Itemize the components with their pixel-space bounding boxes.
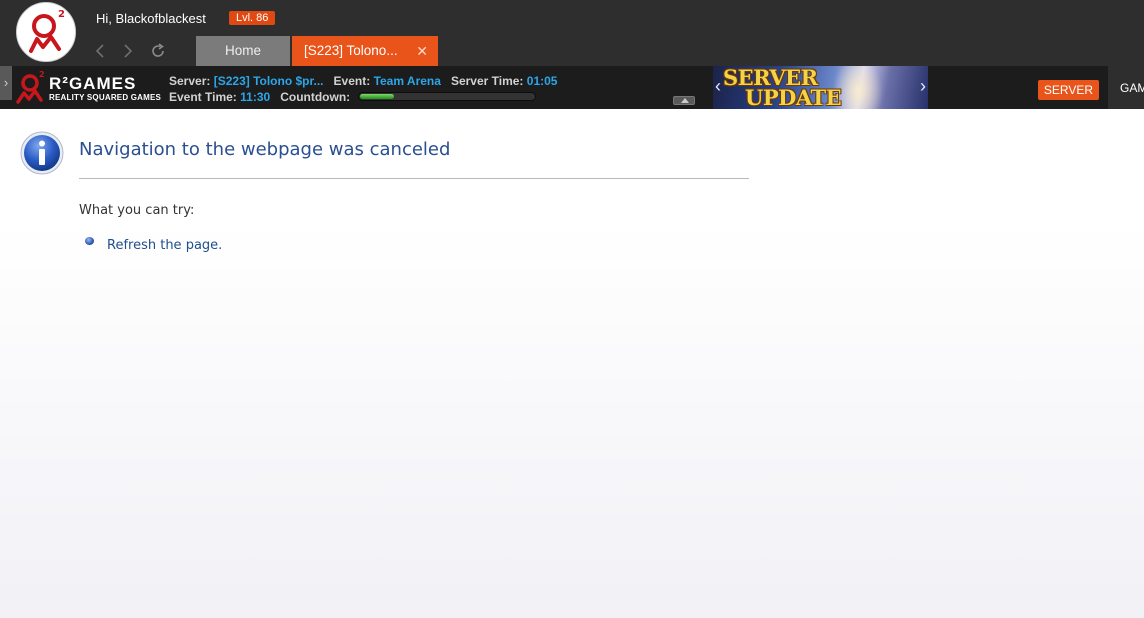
event-value: Team Arena bbox=[373, 74, 441, 88]
server-value[interactable]: [S223] Tolono $pr... bbox=[214, 74, 324, 88]
bullet-icon bbox=[85, 237, 94, 245]
countdown-progress-bar bbox=[357, 92, 536, 102]
server-time-value: 01:05 bbox=[526, 74, 558, 88]
user-greeting: Hi, Blackofblackest bbox=[96, 11, 206, 26]
brand-name: R²GAMES bbox=[49, 74, 137, 93]
error-title: Navigation to the webpage was canceled bbox=[79, 139, 451, 160]
divider bbox=[79, 178, 749, 179]
tab-home[interactable]: Home bbox=[196, 36, 290, 66]
game-info-bar: › 2 R²GAMES REALITY SQUARED GAMES Server… bbox=[0, 66, 1144, 109]
r2-brand-icon: 2 bbox=[16, 70, 45, 104]
back-button[interactable] bbox=[92, 42, 110, 60]
r2-logo[interactable]: 2 bbox=[16, 2, 76, 62]
event-info-row: Event Time: 11:30 Countdown: bbox=[169, 90, 536, 104]
countdown-label: Countdown: bbox=[280, 90, 351, 104]
sidebar-toggle-icon[interactable]: › bbox=[0, 66, 12, 100]
level-badge: Lvl. 86 bbox=[229, 11, 276, 25]
countdown-progress-fill bbox=[359, 94, 395, 100]
event-label: Event: bbox=[333, 74, 371, 88]
suggestions-heading: What you can try: bbox=[79, 203, 195, 218]
event-time-label: Event Time: bbox=[169, 90, 237, 104]
server-time-label: Server Time: bbox=[450, 74, 524, 88]
refresh-icon bbox=[152, 43, 164, 57]
forward-button[interactable] bbox=[119, 42, 137, 60]
event-time-value: 11:30 bbox=[240, 90, 271, 104]
server-label: Server: bbox=[169, 74, 211, 88]
banner-next-icon[interactable]: › bbox=[920, 76, 926, 96]
tab-server-s223[interactable]: [S223] Tolono... ✕ bbox=[292, 36, 438, 66]
collapse-bar-icon[interactable] bbox=[673, 96, 695, 105]
server-info-row: Server: [S223] Tolono $pr... Event: Team… bbox=[169, 74, 557, 88]
banner-prev-icon[interactable]: ‹ bbox=[715, 76, 721, 96]
chevron-right-icon bbox=[124, 44, 133, 58]
client-top-bar: 2 Hi, Blackofblackest Lvl. 86 Home [S223… bbox=[0, 0, 1144, 66]
svg-text:2: 2 bbox=[58, 9, 65, 20]
r2-logo-icon: 2 bbox=[29, 9, 65, 53]
info-icon bbox=[20, 131, 64, 175]
brand-tagline: REALITY SQUARED GAMES bbox=[49, 93, 162, 102]
banner-title-line2: UPDATE bbox=[745, 85, 842, 109]
server-update-banner[interactable]: SERVER UPDATE ‹ › bbox=[713, 66, 928, 109]
error-page: Navigation to the webpage was canceled W… bbox=[0, 109, 1144, 618]
chevron-left-icon bbox=[95, 44, 104, 58]
refresh-page-link[interactable]: Refresh the page. bbox=[107, 238, 222, 254]
server-button[interactable]: SERVER bbox=[1038, 80, 1099, 100]
svg-text:2: 2 bbox=[39, 70, 45, 79]
tab-label: [S223] Tolono... bbox=[304, 43, 398, 58]
close-tab-icon[interactable]: ✕ bbox=[416, 36, 428, 66]
reload-button[interactable] bbox=[149, 42, 167, 60]
games-button[interactable]: GAMES bbox=[1108, 66, 1144, 109]
